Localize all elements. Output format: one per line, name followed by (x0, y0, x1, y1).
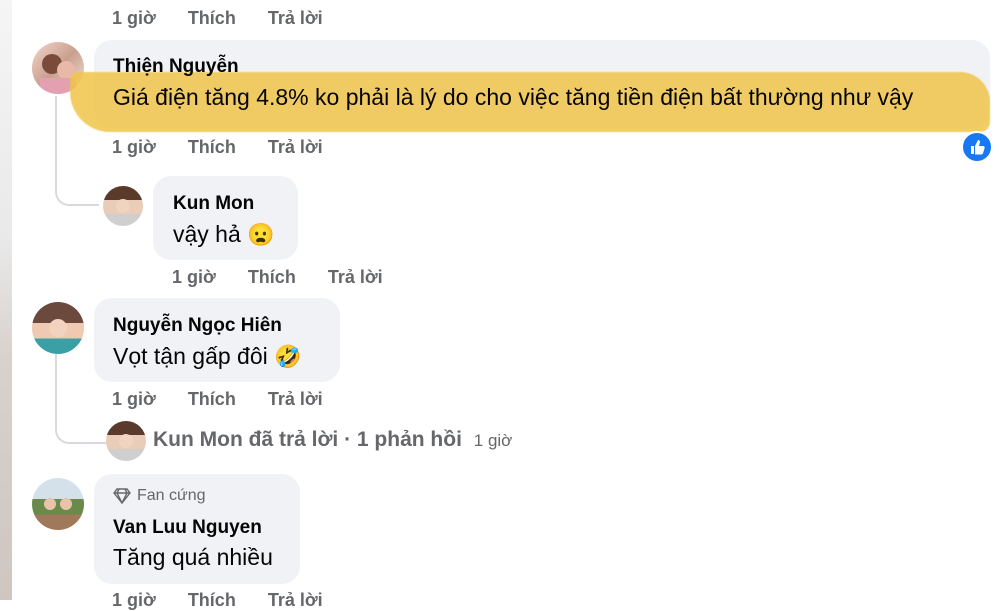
avatar[interactable] (103, 186, 143, 226)
comment-actions: 1 giờ Thích Trả lời (112, 8, 323, 29)
comment-author[interactable]: Nguyễn Ngọc Hiên (113, 315, 282, 337)
avatar-photo-icon (119, 434, 133, 448)
comment-actions: 1 giờ Thích Trả lời (172, 267, 383, 288)
replies-time: 1 giờ (473, 431, 513, 450)
comment-text: Giá điện tăng 4.8% ko phải là lý do cho … (113, 84, 914, 110)
like-button[interactable]: Thích (248, 267, 296, 288)
avatar[interactable] (106, 421, 146, 461)
avatar[interactable] (32, 478, 84, 530)
comment-author[interactable]: Kun Mon (173, 193, 254, 215)
comment-actions: 1 giờ Thích Trả lời (112, 137, 323, 158)
like-button[interactable]: Thích (188, 137, 236, 158)
sad-face-emoji: 😦 (247, 222, 275, 247)
fan-badge: Fan cứng (113, 487, 206, 505)
reply-button[interactable]: Trả lời (328, 267, 383, 288)
comment-text: Vọt tận gấp đôi (113, 343, 268, 369)
reply-button[interactable]: Trả lời (268, 8, 323, 29)
like-button[interactable]: Thích (188, 590, 236, 611)
comment-text-row: Vọt tận gấp đôi 🤣 (113, 343, 302, 370)
comment-time[interactable]: 1 giờ (112, 389, 156, 410)
comment-time[interactable]: 1 giờ (112, 590, 156, 611)
background-strip (0, 0, 12, 600)
diamond-icon (113, 488, 131, 504)
comment-text: vậy hả (173, 221, 241, 247)
replies-summary-text: Kun Mon đã trả lời · 1 phản hồi (153, 428, 462, 451)
like-reaction-icon[interactable] (961, 131, 993, 163)
comment-time[interactable]: 1 giờ (112, 137, 156, 158)
avatar-photo-icon (49, 319, 67, 337)
reply-button[interactable]: Trả lời (268, 389, 323, 410)
like-button[interactable]: Thích (188, 8, 236, 29)
comment-text: Tăng quá nhiều (113, 544, 273, 570)
comment-time[interactable]: 1 giờ (172, 267, 216, 288)
comment-actions: 1 giờ Thích Trả lời (112, 389, 323, 410)
reply-button[interactable]: Trả lời (268, 590, 323, 611)
like-button[interactable]: Thích (188, 389, 236, 410)
comment-author[interactable]: Van Luu Nguyen (113, 517, 262, 539)
comment-author[interactable]: Thiện Nguyễn (113, 56, 239, 78)
avatar-photo-icon (116, 199, 130, 213)
badge-label: Fan cứng (137, 487, 206, 504)
comment-time[interactable]: 1 giờ (112, 8, 156, 29)
avatar-photo-icon (44, 498, 72, 510)
view-replies-link[interactable]: Kun Mon đã trả lời · 1 phản hồi 1 giờ (153, 428, 512, 452)
thumbs-up-icon (971, 140, 985, 155)
comment-actions: 1 giờ Thích Trả lời (112, 590, 323, 611)
comment-text-row: vậy hả 😦 (173, 221, 275, 248)
laughing-emoji: 🤣 (274, 344, 302, 369)
avatar[interactable] (32, 302, 84, 354)
reply-button[interactable]: Trả lời (268, 137, 323, 158)
